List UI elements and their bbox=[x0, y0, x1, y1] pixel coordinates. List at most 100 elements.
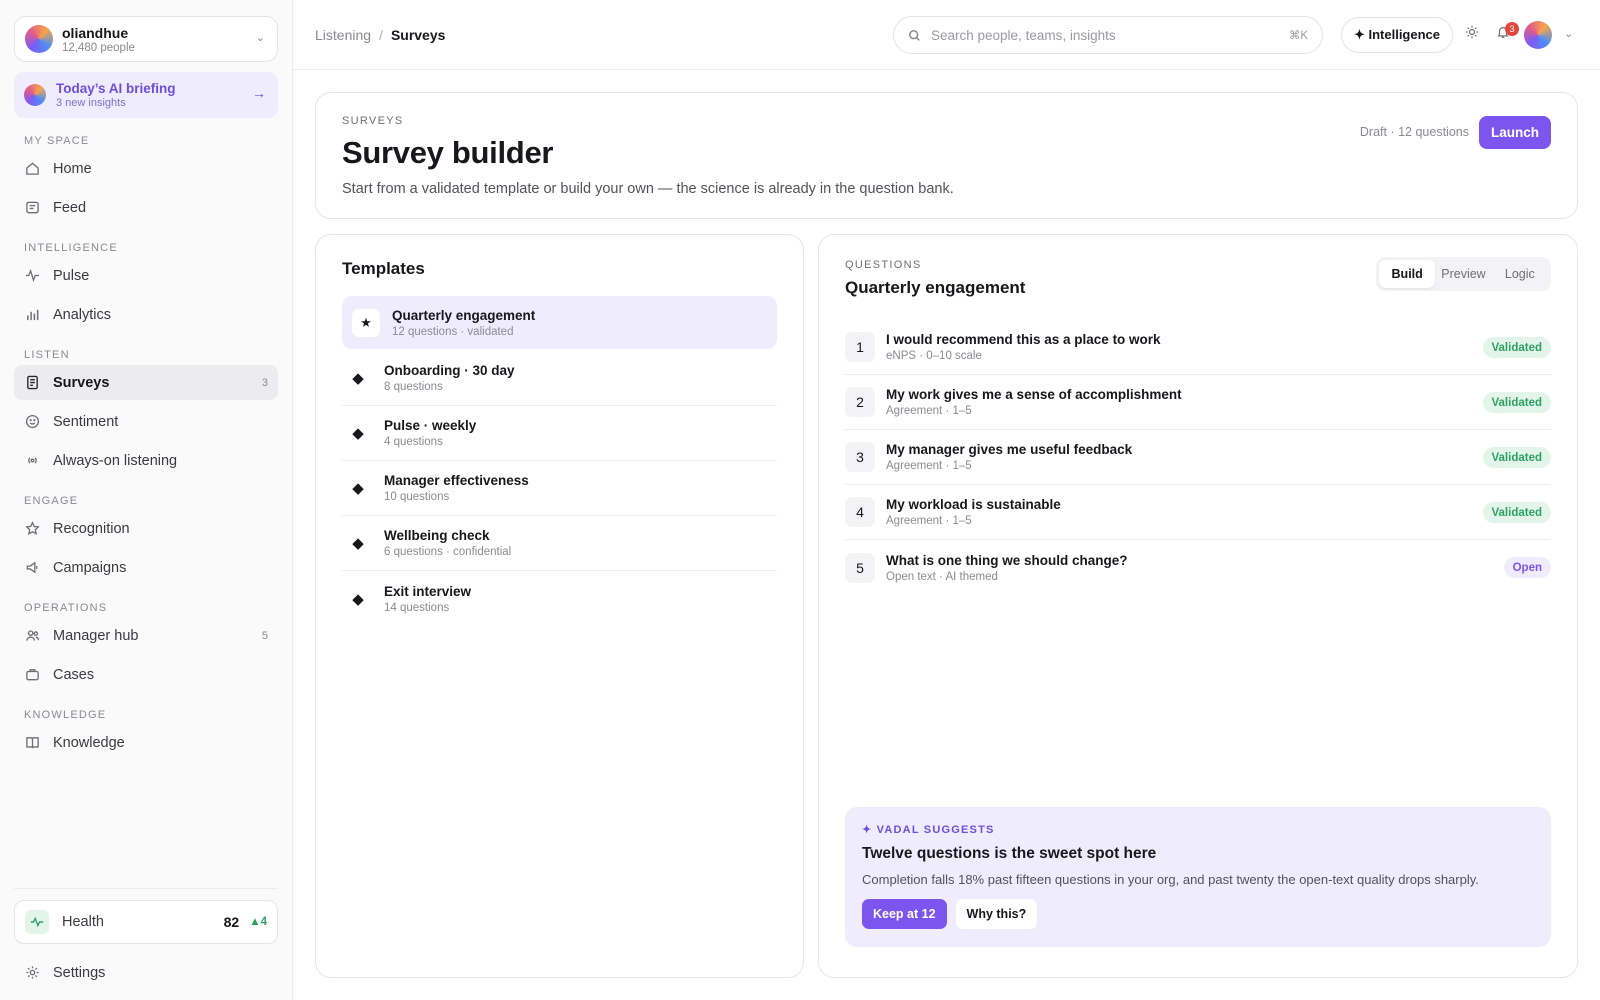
template-item[interactable]: ◆ Manager effectiveness 10 questions bbox=[342, 461, 777, 516]
question-text: What is one thing we should change? bbox=[886, 552, 1128, 568]
question-row[interactable]: 5 What is one thing we should change? Ope… bbox=[845, 540, 1551, 595]
section-operations: OPERATIONS bbox=[24, 602, 108, 614]
search-input[interactable]: Search people, teams, insights ⌘K bbox=[893, 16, 1323, 54]
notification-badge: 3 bbox=[1505, 22, 1519, 36]
search-icon bbox=[908, 29, 921, 42]
status-badge: Validated bbox=[1482, 447, 1551, 468]
health-widget[interactable]: Health 82 ▲4 bbox=[14, 900, 278, 944]
sidebar-item-label: Always-on listening bbox=[53, 452, 178, 469]
sidebar-item-sentiment[interactable]: Sentiment bbox=[14, 404, 278, 439]
gear-icon bbox=[24, 965, 40, 981]
breadcrumb-listening[interactable]: Listening bbox=[315, 27, 371, 43]
sidebar-item-label: Knowledge bbox=[53, 734, 125, 751]
diamond-icon: ◆ bbox=[352, 535, 364, 552]
sidebar-item-manager-hub[interactable]: Manager hub 5 bbox=[14, 618, 278, 653]
intelligence-button[interactable]: ✦ Intelligence bbox=[1341, 17, 1453, 53]
question-scale: Agreement · 1–5 bbox=[886, 460, 972, 472]
sidebar-item-label: Recognition bbox=[53, 520, 130, 537]
home-icon bbox=[24, 161, 40, 177]
org-switcher[interactable]: oliandhue 12,480 people ⌄ bbox=[14, 16, 278, 62]
view-tabs: Build Preview Logic bbox=[1376, 257, 1551, 291]
tab-logic[interactable]: Logic bbox=[1492, 260, 1548, 288]
page-title: Survey builder bbox=[342, 135, 554, 170]
sidebar-item-cases[interactable]: Cases bbox=[14, 657, 278, 692]
sidebar-item-label: Campaigns bbox=[53, 559, 127, 576]
template-meta: 4 questions bbox=[384, 436, 443, 448]
template-item[interactable]: ◆ Pulse · weekly 4 questions bbox=[342, 406, 777, 461]
draft-status: Draft · 12 questions bbox=[1359, 125, 1469, 139]
sidebar-item-analytics[interactable]: Analytics bbox=[14, 297, 278, 332]
ai-briefing-avatar bbox=[24, 84, 46, 106]
why-this-button[interactable]: Why this? bbox=[955, 899, 1038, 929]
sidebar-item-knowledge[interactable]: Knowledge bbox=[14, 725, 278, 760]
sidebar-item-label: Feed bbox=[53, 199, 87, 216]
template-name: Manager effectiveness bbox=[384, 473, 529, 488]
ai-briefing-subtitle: 3 new insights bbox=[56, 97, 126, 109]
search-shortcut: ⌘K bbox=[1288, 30, 1308, 42]
question-text: I would recommend this as a place to wor… bbox=[886, 332, 1161, 347]
status-badge: Open bbox=[1503, 557, 1551, 578]
diamond-icon: ◆ bbox=[352, 425, 364, 442]
templates-title: Templates bbox=[342, 259, 425, 278]
template-item[interactable]: ◆ Exit interview 14 questions bbox=[342, 571, 777, 626]
sidebar-item-surveys[interactable]: Surveys 3 bbox=[14, 365, 278, 400]
book-icon bbox=[24, 735, 40, 751]
suggestion-kicker: ✦ VADAL SUGGESTS bbox=[862, 824, 995, 836]
page-description: Start from a validated template or build… bbox=[342, 181, 954, 197]
question-row[interactable]: 3 My manager gives me useful feedback Agr… bbox=[845, 430, 1551, 485]
sidebar-item-campaigns[interactable]: Campaigns bbox=[14, 550, 278, 585]
question-row[interactable]: 2 My work gives me a sense of accomplish… bbox=[845, 375, 1551, 430]
diamond-icon: ◆ bbox=[352, 480, 364, 497]
sidebar-item-label: Home bbox=[53, 160, 92, 177]
org-people-count: 12,480 people bbox=[62, 41, 135, 54]
template-item[interactable]: ◆ Onboarding · 30 day 8 questions bbox=[342, 351, 777, 406]
section-listen: LISTEN bbox=[24, 349, 70, 361]
template-item[interactable]: ◆ Wellbeing check 6 questions · confident… bbox=[342, 516, 777, 571]
sidebar-item-always-on-listening[interactable]: Always-on listening bbox=[14, 443, 278, 478]
sidebar-item-pulse[interactable]: Pulse bbox=[14, 258, 278, 293]
sidebar-item-settings[interactable]: Settings bbox=[14, 955, 278, 990]
briefcase-icon bbox=[24, 667, 40, 683]
sidebar-item-recognition[interactable]: Recognition bbox=[14, 511, 278, 546]
chevron-down-icon[interactable]: ⌄ bbox=[1564, 27, 1573, 40]
keep-at-12-button[interactable]: Keep at 12 bbox=[862, 899, 947, 929]
sidebar-item-feed[interactable]: Feed bbox=[14, 190, 278, 225]
sidebar-item-home[interactable]: Home bbox=[14, 151, 278, 186]
sidebar-item-label: Surveys bbox=[53, 374, 110, 391]
star-icon: ★ bbox=[352, 308, 380, 337]
breadcrumb: Listening / Surveys bbox=[315, 27, 445, 43]
section-engage: ENGAGE bbox=[24, 495, 79, 507]
questions-panel: QUESTIONS Quarterly engagement Build Pre… bbox=[818, 234, 1578, 978]
status-badge: Validated bbox=[1482, 502, 1551, 523]
ai-briefing-title: Today’s AI briefing bbox=[56, 81, 176, 96]
sidebar-item-label: Manager hub bbox=[53, 627, 139, 644]
surveys-count-badge: 3 bbox=[261, 376, 268, 389]
health-label: Health bbox=[62, 914, 104, 930]
question-text: My workload is sustainable bbox=[886, 497, 1061, 512]
breadcrumb-separator: / bbox=[379, 26, 383, 43]
question-row[interactable]: 1 I would recommend this as a place to w… bbox=[845, 320, 1551, 375]
launch-button[interactable]: Launch bbox=[1479, 116, 1551, 149]
users-icon bbox=[24, 628, 40, 644]
user-avatar[interactable] bbox=[1524, 21, 1552, 49]
question-number: 2 bbox=[845, 387, 875, 417]
megaphone-icon bbox=[24, 560, 40, 576]
ai-briefing-card[interactable]: Today’s AI briefing 3 new insights → bbox=[14, 72, 278, 118]
template-name: Pulse · weekly bbox=[384, 418, 477, 433]
sidebar: oliandhue 12,480 people ⌄ Today’s AI bri… bbox=[0, 0, 293, 1000]
sidebar-divider bbox=[14, 888, 278, 889]
search-placeholder: Search people, teams, insights bbox=[931, 27, 1116, 43]
question-scale: Agreement · 1–5 bbox=[886, 515, 972, 527]
sun-icon[interactable] bbox=[1465, 25, 1479, 39]
question-text: My manager gives me useful feedback bbox=[886, 442, 1133, 457]
question-row[interactable]: 4 My workload is sustainable Agreement · … bbox=[845, 485, 1551, 540]
template-meta: 6 questions · confidential bbox=[384, 546, 512, 558]
question-scale: eNPS · 0–10 scale bbox=[886, 350, 982, 362]
smile-icon bbox=[24, 414, 40, 430]
tab-build[interactable]: Build bbox=[1379, 260, 1436, 288]
pulse-icon bbox=[24, 268, 40, 284]
template-item[interactable]: ★ Quarterly engagement 12 questions · val… bbox=[342, 296, 777, 349]
tab-preview[interactable]: Preview bbox=[1435, 260, 1491, 288]
question-number: 5 bbox=[845, 552, 875, 583]
question-list: 1 I would recommend this as a place to w… bbox=[845, 320, 1551, 595]
